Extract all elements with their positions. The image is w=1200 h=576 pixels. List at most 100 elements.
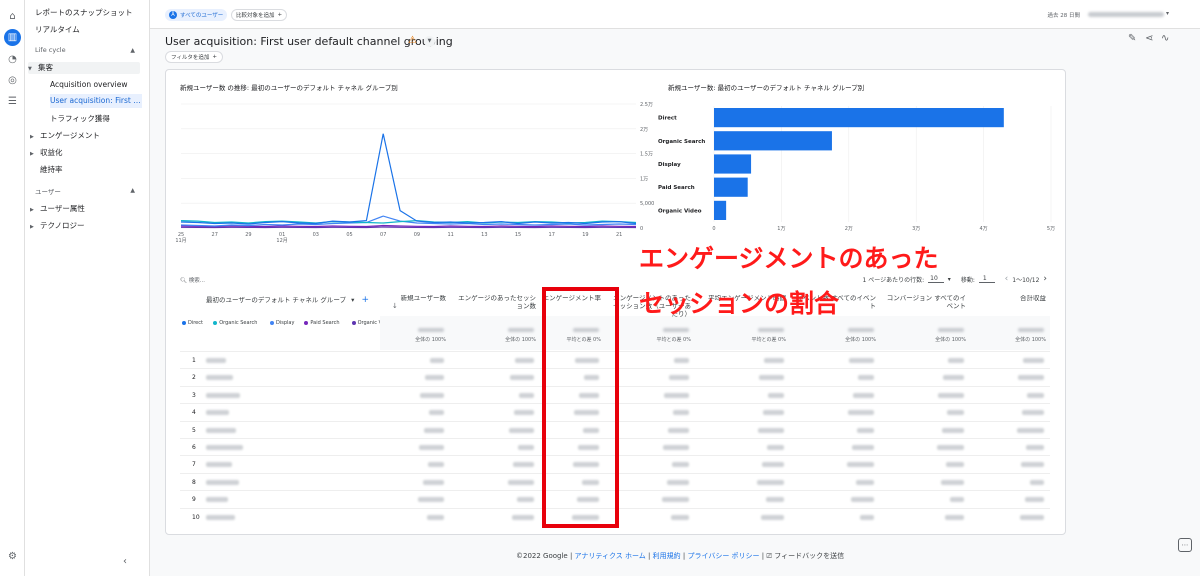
- column-header[interactable]: エンゲージのあったセッション数: [456, 295, 536, 317]
- nav-user-heading[interactable]: ユーザー: [35, 186, 160, 196]
- customize-report-icon[interactable]: ✎: [1128, 33, 1136, 44]
- cell-value-blurred: [947, 410, 964, 416]
- collapse-nav-chevron-icon[interactable]: ‹: [123, 556, 127, 567]
- legend-dot-icon: [270, 321, 274, 325]
- nav-engagement-label: エンゲージメント: [40, 131, 100, 140]
- explore-icon[interactable]: ◔: [4, 51, 21, 68]
- nav-user-acquisition[interactable]: User acquisition: First user ...: [50, 94, 142, 108]
- footer-link-privacy[interactable]: プライバシー ポリシー: [687, 552, 759, 560]
- nav-lifecycle-heading[interactable]: Life cycle: [35, 46, 160, 54]
- report-nav: レポートのスナップショット リアルタイム Life cycle ▲ ▼ 集客 Ac…: [25, 0, 150, 576]
- legend-item[interactable]: Organic Search: [213, 320, 257, 326]
- cell-value-blurred: [1027, 392, 1044, 398]
- row-number: 7: [192, 461, 196, 469]
- chevron-up-icon[interactable]: ▲: [130, 187, 135, 194]
- plus-icon: +: [212, 54, 217, 60]
- x-tick-label: 19: [582, 232, 588, 238]
- dimension-value-blurred: [206, 375, 233, 381]
- nav-technology[interactable]: ▶ テクノロジー: [30, 220, 155, 231]
- dropdown-arrow-icon[interactable]: ▾: [1166, 10, 1169, 17]
- settings-gear-icon[interactable]: ⚙: [4, 548, 21, 565]
- cell-value-blurred: [1025, 497, 1044, 503]
- add-dimension-plus-icon[interactable]: +: [361, 295, 369, 305]
- sort-desc-icon[interactable]: ↓: [392, 302, 398, 310]
- x-tick-label: 03: [313, 232, 319, 238]
- line-chart-title: 新規ユーザー数 の推移: 最初のユーザーのデフォルト チャネル グループ別: [180, 84, 398, 92]
- date-range-picker[interactable]: 過去 28 日間: [1048, 11, 1081, 19]
- nav-retention[interactable]: 維持率: [40, 164, 165, 175]
- title-dropdown-icon[interactable]: ▼: [424, 36, 435, 47]
- nav-monetization[interactable]: ▶ 収益化: [30, 147, 155, 158]
- chevron-up-icon[interactable]: ▲: [130, 47, 135, 54]
- legend-item[interactable]: Paid Search: [304, 320, 340, 326]
- nav-technology-label: テクノロジー: [40, 221, 85, 230]
- add-comparison-chip[interactable]: 比較対象を追加 +: [231, 9, 288, 21]
- line-chart: 2.5万2万1.5万1万5,000025 27 29 01 03 05 07 09 11 13 15…: [175, 102, 654, 244]
- nav-engagement[interactable]: ▶ エンゲージメント: [30, 130, 155, 141]
- dimension-header-label: 最初のユーザーのデフォルト チャネル グループ: [206, 296, 347, 304]
- nav-acquisition[interactable]: ▼ 集客: [28, 62, 140, 74]
- all-users-chip[interactable]: Ā すべてのユーザー: [165, 9, 228, 21]
- table-search[interactable]: 🔍︎ 検索...: [180, 276, 205, 284]
- legend-label: Direct: [188, 320, 203, 326]
- series-line-organic-video: [180, 226, 637, 229]
- configure-icon[interactable]: ☰: [4, 93, 21, 110]
- add-filter-chip[interactable]: フィルタを追加 +: [165, 51, 223, 63]
- insights-icon[interactable]: ∿: [1161, 33, 1169, 44]
- column-header[interactable]: 合計収益: [986, 295, 1046, 317]
- total-subtext: 全体の 100%: [845, 337, 876, 343]
- cell-value-blurred: [849, 358, 874, 363]
- plus-icon: +: [277, 12, 283, 18]
- total-value-blurred: [938, 328, 964, 332]
- cell-value-blurred: [514, 410, 534, 416]
- warning-icon[interactable]: ⚠: [408, 35, 417, 46]
- y-tick-label: 2万: [640, 127, 648, 133]
- top-bar: Ā すべてのユーザー 比較対象を追加 + 過去 28 日間 ▾: [150, 0, 1200, 29]
- y-tick-label: 1.5万: [640, 152, 653, 158]
- cell-value-blurred: [1026, 445, 1044, 450]
- footer-link-terms[interactable]: 利用規約: [653, 552, 681, 560]
- cell-value-blurred: [942, 427, 964, 433]
- cell-value-blurred: [941, 479, 964, 485]
- share-icon[interactable]: ⋖: [1145, 33, 1153, 44]
- feedback-icon: ⎚: [766, 552, 772, 560]
- nav-user-attributes[interactable]: ▶ ユーザー属性: [30, 203, 155, 214]
- nav-acq-overview[interactable]: Acquisition overview: [50, 80, 142, 89]
- cell-value-blurred: [662, 497, 689, 503]
- dimension-header[interactable]: 最初のユーザーのデフォルト チャネル グループ ▾ +: [206, 295, 381, 306]
- cell-value-blurred: [766, 497, 784, 503]
- legend-item[interactable]: Display: [270, 320, 294, 326]
- x-tick-label: 15: [515, 232, 521, 238]
- dropdown-arrow-icon[interactable]: ▾: [948, 276, 951, 283]
- footer-link-analytics-home[interactable]: アナリティクス ホーム: [575, 552, 646, 560]
- cell-value-blurred: [672, 462, 689, 468]
- cell-value-blurred: [669, 375, 689, 381]
- dimension-value-blurred: [206, 445, 243, 450]
- reports-icon[interactable]: ▥: [4, 29, 21, 46]
- nav-traffic-acquisition[interactable]: トラフィック獲得: [50, 113, 142, 124]
- cell-value-blurred: [1021, 462, 1044, 468]
- nav-snapshot[interactable]: レポートのスナップショット: [35, 7, 160, 18]
- add-filter-label: フィルタを追加: [171, 55, 210, 61]
- feedback-chat-icon[interactable]: ⋯: [1178, 538, 1192, 552]
- cell-value-blurred: [1023, 358, 1044, 363]
- legend-item[interactable]: Direct: [182, 320, 203, 326]
- footer-link-feedback[interactable]: フィードバックを送信: [774, 552, 844, 560]
- x-tick-label: 1万: [777, 226, 785, 232]
- prev-page-icon[interactable]: ‹: [1005, 274, 1009, 284]
- date-range-label: 過去 28 日間: [1047, 13, 1081, 19]
- home-icon[interactable]: ⌂: [4, 8, 21, 25]
- next-page-icon[interactable]: ›: [1043, 274, 1047, 284]
- annotation-line-2: セッションの割合: [639, 289, 840, 318]
- cell-value-blurred: [945, 514, 964, 520]
- search-placeholder: 検索...: [188, 278, 205, 284]
- advertising-icon[interactable]: ◎: [4, 72, 21, 89]
- cell-value-blurred: [946, 462, 964, 468]
- x-tick-label: 4万: [980, 226, 988, 232]
- cell-value-blurred: [420, 392, 444, 398]
- goto-page-input[interactable]: 1: [978, 275, 995, 283]
- cell-value-blurred: [757, 479, 784, 485]
- cell-value-blurred: [761, 514, 784, 520]
- nav-realtime[interactable]: リアルタイム: [35, 24, 160, 35]
- y-tick-label: 0: [640, 226, 643, 232]
